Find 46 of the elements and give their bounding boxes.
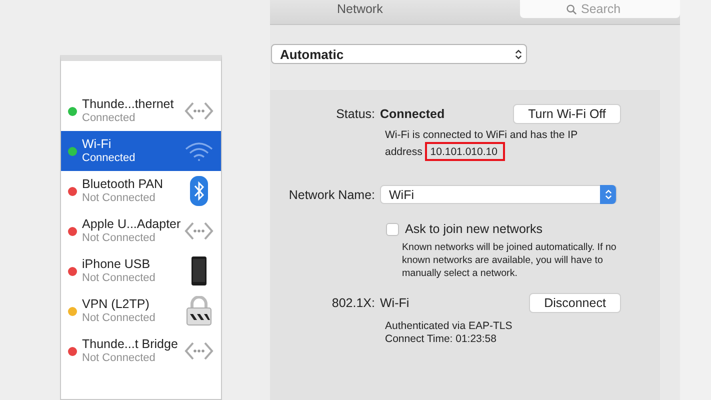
service-name: Thunde...thernet [82, 97, 175, 112]
search-field[interactable]: Search [520, 0, 680, 18]
wifi-icon [183, 141, 215, 161]
turn-off-button[interactable]: Turn Wi-Fi Off [513, 104, 621, 124]
status-value: Connected [380, 107, 445, 121]
service-item[interactable]: Bluetooth PAN Not Connected [61, 171, 221, 211]
service-name: Thunde...t Bridge [82, 337, 178, 352]
location-dropdown[interactable]: Automatic [271, 44, 527, 64]
service-item[interactable]: iPhone USB Not Connected [61, 251, 221, 291]
service-item[interactable]: Thunde...thernet Connected [61, 91, 221, 131]
status-label: Status: [335, 107, 376, 121]
service-status: Not Connected [82, 312, 156, 325]
service-status: Connected [82, 152, 136, 165]
service-item[interactable]: VPN (L2TP) Not Connected [61, 291, 221, 331]
service-status: Not Connected [82, 232, 156, 245]
service-name: Bluetooth PAN [82, 177, 164, 192]
network-name-dropdown[interactable]: WiFi [380, 185, 617, 204]
disconnect-button[interactable]: Disconnect [529, 293, 621, 313]
dot1x-value: Wi-Fi [380, 296, 410, 310]
service-name: VPN (L2TP) [82, 297, 150, 312]
service-item[interactable]: Apple U...Adapter Not Connected [61, 211, 221, 251]
status-message: Wi-Fi is connected to WiFi and has the IP address 10.101.010.10 [385, 128, 607, 161]
service-status: Not Connected [82, 192, 156, 205]
checkbox[interactable] [386, 222, 399, 236]
auth-info: Authenticated via EAP-TLS [385, 320, 514, 333]
ethernet-icon [183, 101, 215, 121]
search-icon [566, 4, 577, 15]
updown-icon [600, 185, 616, 204]
updown-icon [515, 48, 522, 60]
help-text: Known networks will be joined automatically. If no known networks are available, you will have to manually select a network. [402, 241, 618, 280]
service-status: Not Connected [82, 272, 156, 285]
dot1x-label: 802.1X: [330, 296, 376, 310]
highlight-box: 10.101.010.10 [425, 142, 506, 161]
auth-info: Connect Time: 01:23:58 [385, 333, 498, 346]
checkbox-label: Ask to join new networks [405, 222, 543, 236]
service-name: iPhone USB [82, 257, 152, 272]
service-item[interactable]: Wi-Fi Connected [61, 131, 221, 171]
window-title: Network [337, 2, 383, 16]
ethernet-icon [183, 221, 215, 241]
network-name-label: Network Name: [288, 188, 376, 202]
service-name: Apple U...Adapter [82, 217, 178, 232]
service-name: Wi-Fi [82, 137, 112, 152]
service-item[interactable]: Thunde...t Bridge Not Connected [61, 331, 221, 371]
service-status: Not Connected [82, 352, 156, 365]
ethernet-icon [183, 341, 215, 361]
service-status: Connected [82, 112, 136, 125]
